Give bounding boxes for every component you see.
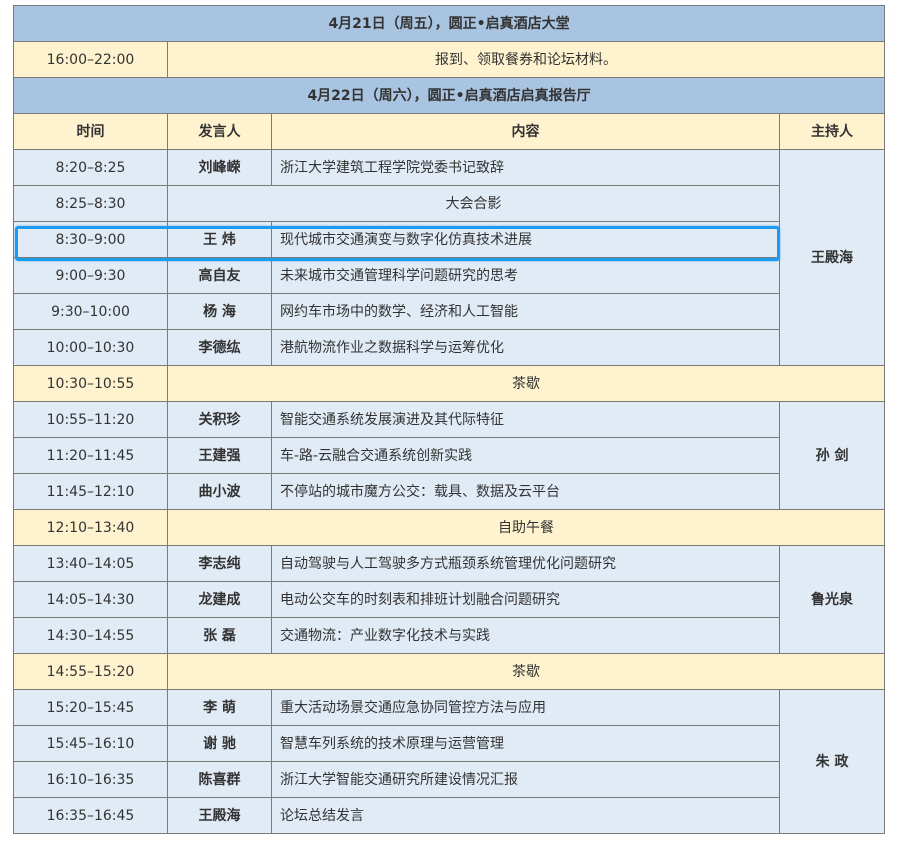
content-cell: 报到、领取餐券和论坛材料。 (166, 41, 886, 78)
host-cell: 孙 剑 (778, 401, 886, 510)
time-cell: 8:20–8:25 (13, 149, 168, 186)
speaker-cell: 王建强 (167, 437, 272, 474)
time-cell: 15:45–16:10 (13, 725, 168, 762)
content-cell: 车-路-云融合交通系统创新实践 (271, 437, 780, 474)
time-cell: 8:30–9:00 (13, 221, 168, 258)
time-cell: 16:00–22:00 (13, 41, 168, 78)
day2-banner: 4月22日（周六），圆正•启真酒店启真报告厅 (12, 77, 886, 114)
time-cell: 11:45–12:10 (13, 473, 168, 510)
schedule-container: 4月21日（周五），圆正•启真酒店大堂 16:00–22:00 报到、领取餐券和… (12, 5, 886, 834)
table-row: 9:00–9:30 高自友 未来城市交通管理科学问题研究的思考 (13, 257, 885, 294)
table-row: 8:25–8:30 大会合影 (13, 185, 885, 222)
content-cell: 重大活动场景交通应急协同管控方法与应用 (271, 689, 780, 726)
content-cell: 智慧车列系统的技术原理与运营管理 (271, 725, 780, 762)
header-row: 时间 发言人 内容 主持人 (13, 113, 886, 150)
speaker-cell: 高自友 (167, 257, 272, 294)
table-row: 15:45–16:10 谢 驰 智慧车列系统的技术原理与运营管理 (13, 725, 885, 762)
break-row: 10:30–10:55 茶歇 (13, 365, 886, 402)
speaker-cell: 李 萌 (167, 689, 272, 726)
table-row: 8:20–8:25 刘峰嵘 浙江大学建筑工程学院党委书记致辞 王殿海 (13, 149, 886, 366)
table-row: 11:45–12:10 曲小波 不停站的城市魔方公交：载具、数据及云平台 (13, 473, 885, 510)
time-cell: 14:55–15:20 (13, 653, 168, 690)
speaker-cell: 刘峰嵘 (167, 149, 272, 186)
speaker-cell: 谢 驰 (167, 725, 272, 762)
table-row: 9:30–10:00 杨 海 网约车市场中的数学、经济和人工智能 (13, 293, 885, 330)
time-cell: 10:55–11:20 (13, 401, 168, 438)
table-row: 8:30–9:00 王 炜 现代城市交通演变与数字化仿真技术进展 (13, 221, 885, 258)
header-speaker: 发言人 (167, 113, 272, 150)
break-cell: 自助午餐 (166, 509, 886, 546)
table-row: 13:40–14:05 李志纯 自动驾驶与人工驾驶多方式瓶颈系统管理优化问题研究… (13, 545, 886, 654)
time-cell: 9:30–10:00 (13, 293, 168, 330)
table-row: 11:20–11:45 王建强 车-路-云融合交通系统创新实践 (13, 437, 885, 474)
table-row: 10:55–11:20 关积珍 智能交通系统发展演进及其代际特征 孙 剑 (13, 401, 886, 510)
content-cell: 智能交通系统发展演进及其代际特征 (271, 401, 780, 438)
header-host: 主持人 (778, 113, 886, 150)
day1-banner: 4月21日（周五），圆正•启真酒店大堂 (12, 5, 886, 42)
time-cell: 10:30–10:55 (13, 365, 168, 402)
table-row: 14:30–14:55 张 磊 交通物流：产业数字化技术与实践 (13, 617, 885, 654)
time-cell: 16:10–16:35 (13, 761, 168, 798)
break-cell: 茶歇 (166, 365, 886, 402)
time-cell: 9:00–9:30 (13, 257, 168, 294)
time-cell: 14:05–14:30 (13, 581, 168, 618)
content-cell: 港航物流作业之数据科学与运筹优化 (271, 329, 780, 366)
speaker-cell: 龙建成 (167, 581, 272, 618)
time-cell: 11:20–11:45 (13, 437, 168, 474)
host-cell: 鲁光泉 (778, 545, 886, 654)
content-cell: 论坛总结发言 (271, 797, 780, 834)
content-cell: 电动公交车的时刻表和排班计划融合问题研究 (271, 581, 780, 618)
time-cell: 8:25–8:30 (13, 185, 168, 222)
time-cell: 14:30–14:55 (13, 617, 168, 654)
content-cell: 交通物流：产业数字化技术与实践 (271, 617, 780, 654)
content-cell: 不停站的城市魔方公交：载具、数据及云平台 (271, 473, 780, 510)
content-cell: 大会合影 (167, 185, 780, 222)
speaker-cell: 李志纯 (167, 545, 272, 582)
table-row: 15:20–15:45 李 萌 重大活动场景交通应急协同管控方法与应用 朱 政 (13, 689, 886, 834)
speaker-cell: 杨 海 (167, 293, 272, 330)
content-cell: 网约车市场中的数学、经济和人工智能 (271, 293, 780, 330)
break-cell: 茶歇 (166, 653, 886, 690)
content-cell: 浙江大学建筑工程学院党委书记致辞 (271, 149, 780, 186)
break-row: 12:10–13:40 自助午餐 (13, 509, 886, 546)
content-cell: 未来城市交通管理科学问题研究的思考 (271, 257, 780, 294)
speaker-cell: 曲小波 (167, 473, 272, 510)
time-cell: 13:40–14:05 (13, 545, 168, 582)
content-cell: 浙江大学智能交通研究所建设情况汇报 (271, 761, 780, 798)
speaker-cell: 陈喜群 (167, 761, 272, 798)
speaker-cell: 关积珍 (167, 401, 272, 438)
header-content: 内容 (271, 113, 780, 150)
speaker-cell: 张 磊 (167, 617, 272, 654)
content-cell: 自动驾驶与人工驾驶多方式瓶颈系统管理优化问题研究 (271, 545, 780, 582)
header-time: 时间 (13, 113, 168, 150)
day2-banner-row: 4月22日（周六），圆正•启真酒店启真报告厅 (12, 77, 886, 114)
time-cell: 16:35–16:45 (13, 797, 168, 834)
schedule-table: 4月21日（周五），圆正•启真酒店大堂 16:00–22:00 报到、领取餐券和… (12, 5, 886, 834)
speaker-cell: 李德纮 (167, 329, 272, 366)
host-cell: 朱 政 (778, 689, 886, 834)
table-row: 16:00–22:00 报到、领取餐券和论坛材料。 (13, 41, 886, 78)
table-row: 16:10–16:35 陈喜群 浙江大学智能交通研究所建设情况汇报 (13, 761, 885, 798)
break-row: 14:55–15:20 茶歇 (13, 653, 886, 690)
table-row: 14:05–14:30 龙建成 电动公交车的时刻表和排班计划融合问题研究 (13, 581, 885, 618)
time-cell: 12:10–13:40 (13, 509, 168, 546)
speaker-cell: 王殿海 (167, 797, 272, 834)
content-cell: 现代城市交通演变与数字化仿真技术进展 (271, 221, 780, 258)
table-row: 16:35–16:45 王殿海 论坛总结发言 (13, 797, 885, 834)
time-cell: 15:20–15:45 (13, 689, 168, 726)
table-row: 10:00–10:30 李德纮 港航物流作业之数据科学与运筹优化 (13, 329, 885, 366)
time-cell: 10:00–10:30 (13, 329, 168, 366)
speaker-cell: 王 炜 (167, 221, 272, 258)
day1-banner-row: 4月21日（周五），圆正•启真酒店大堂 (12, 5, 886, 42)
host-cell: 王殿海 (778, 149, 886, 366)
